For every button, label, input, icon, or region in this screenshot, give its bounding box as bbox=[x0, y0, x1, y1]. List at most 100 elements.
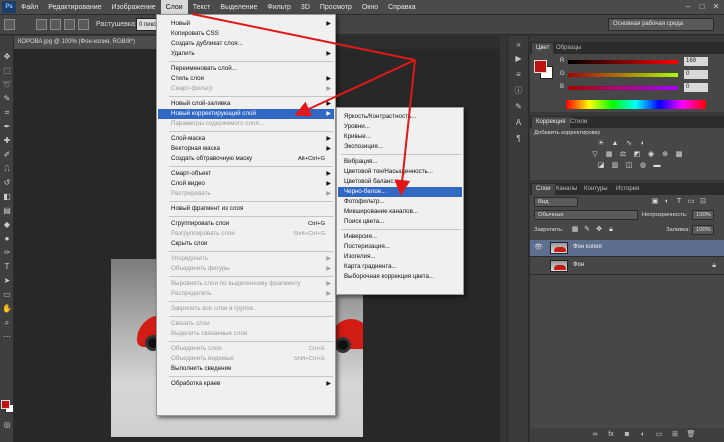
menu-window[interactable]: Окно bbox=[357, 0, 383, 15]
blend-mode-select[interactable]: Обычные bbox=[534, 210, 638, 220]
adjustment-submenu-item[interactable]: Экспозиция... bbox=[338, 142, 462, 152]
paragraph-icon[interactable]: ¶ bbox=[513, 134, 524, 144]
adjustment-submenu-item[interactable]: Вибрация... bbox=[338, 157, 462, 167]
layers-menu-item[interactable]: Разгруппировать слои Shift+Ctrl+G bbox=[158, 229, 334, 239]
lock-position-icon[interactable]: ✥ bbox=[594, 226, 604, 234]
adjustment-submenu-item[interactable]: Кривые... bbox=[338, 132, 462, 142]
tab-adjustments[interactable]: Коррекция bbox=[532, 117, 570, 128]
adjustment-submenu-item[interactable]: Карта градиента... bbox=[338, 262, 462, 272]
photo-filter-icon[interactable]: ◉ bbox=[646, 151, 656, 159]
layers-menu-item[interactable]: Новый ▶ bbox=[158, 19, 334, 29]
layers-menu-item[interactable]: Слой-маска ▶ bbox=[158, 134, 334, 144]
layer-name[interactable]: Фон копия bbox=[573, 244, 602, 250]
layers-menu-item[interactable]: Распределить ▶ bbox=[158, 289, 334, 299]
threshold-icon[interactable]: ◫ bbox=[624, 162, 634, 170]
layers-menu-item[interactable]: Выполнить сведение bbox=[158, 364, 334, 374]
lock-transparent-icon[interactable]: ▦ bbox=[570, 226, 580, 234]
workspace-select[interactable]: Основная рабочая среда bbox=[608, 18, 714, 31]
layers-menu-item[interactable]: Растрировать ▶ bbox=[158, 189, 334, 199]
adjustment-submenu-item[interactable]: Фотофильтр... bbox=[338, 197, 462, 207]
eraser-tool-icon[interactable]: ◧ bbox=[2, 192, 12, 202]
color-lookup-icon[interactable]: ▩ bbox=[674, 151, 684, 159]
new-layer-icon[interactable]: ⊞ bbox=[670, 430, 680, 440]
visibility-toggle-empty[interactable] bbox=[534, 261, 543, 270]
filter-type-icon[interactable]: T bbox=[674, 198, 684, 206]
layers-menu-item[interactable]: Скрыть слои bbox=[158, 239, 334, 249]
exposure-icon[interactable]: ◐ bbox=[638, 140, 648, 148]
adjustment-submenu-item[interactable]: Черно-белое... bbox=[338, 187, 462, 197]
path-select-tool-icon[interactable]: ➤ bbox=[2, 276, 12, 286]
tab-channels[interactable]: Каналы bbox=[552, 184, 581, 195]
r-slider[interactable] bbox=[568, 60, 678, 64]
menu-image[interactable]: Изображение bbox=[107, 0, 161, 15]
invert-icon[interactable]: ◪ bbox=[596, 162, 606, 170]
layers-menu-item[interactable]: Объединить фигуры ▶ bbox=[158, 264, 334, 274]
eyedropper-tool-icon[interactable]: ✒ bbox=[2, 122, 12, 132]
b-value[interactable]: 0 bbox=[684, 83, 708, 92]
filter-adjust-icon[interactable]: ◐ bbox=[662, 198, 672, 206]
layers-menu-item[interactable]: Копировать CSS bbox=[158, 29, 334, 39]
r-value[interactable]: 169 bbox=[684, 57, 708, 66]
layers-menu-item[interactable]: Выделить связанные слои bbox=[158, 329, 334, 339]
layers-menu-item[interactable]: Параметры содержимого слоя... bbox=[158, 119, 334, 129]
history-brush-tool-icon[interactable]: ↺ bbox=[2, 178, 12, 188]
layers-menu-item[interactable]: Новый фрагмент из слоя bbox=[158, 204, 334, 214]
quick-select-tool-icon[interactable]: ✎ bbox=[2, 94, 12, 104]
layers-menu-item[interactable]: Сгруппировать слои Ctrl+G bbox=[158, 219, 334, 229]
crop-tool-icon[interactable]: ⌗ bbox=[2, 108, 12, 118]
subtract-selection-icon[interactable] bbox=[64, 19, 75, 30]
adjustment-submenu-item[interactable]: Яркость/Контрастность... bbox=[338, 112, 462, 122]
marquee-tool-icon[interactable]: ⬚ bbox=[2, 66, 12, 76]
pen-tool-icon[interactable]: ✑ bbox=[2, 248, 12, 258]
character-icon[interactable]: A bbox=[513, 118, 524, 128]
brightness-icon[interactable]: ☀ bbox=[596, 140, 606, 148]
layers-menu-item[interactable]: Слой видео ▶ bbox=[158, 179, 334, 189]
layers-menu-item[interactable]: Объединить слои Ctrl+E bbox=[158, 344, 334, 354]
fill-input[interactable]: 100% bbox=[692, 225, 714, 235]
play-icon[interactable]: ▶ bbox=[513, 54, 524, 64]
adjustment-submenu-item[interactable]: Микширование каналов... bbox=[338, 207, 462, 217]
brush-panel-icon[interactable]: ✎ bbox=[513, 102, 524, 112]
add-mask-icon[interactable]: ◙ bbox=[622, 430, 632, 440]
menu-filter[interactable]: Фильтр bbox=[262, 0, 296, 15]
zoom-tool-icon[interactable]: ⌕ bbox=[2, 318, 12, 328]
lasso-tool-icon[interactable]: ➰ bbox=[2, 80, 12, 90]
posterize-icon[interactable]: ▥ bbox=[610, 162, 620, 170]
tab-styles[interactable]: Стили bbox=[566, 117, 591, 128]
dodge-tool-icon[interactable]: ● bbox=[2, 234, 12, 244]
collapse-icon[interactable]: » bbox=[513, 40, 524, 50]
lock-image-icon[interactable]: ✎ bbox=[582, 226, 592, 234]
layers-menu-item[interactable]: Удалить ▶ bbox=[158, 49, 334, 59]
layers-menu-item[interactable]: Создать дубликат слоя... bbox=[158, 39, 334, 49]
type-tool-icon[interactable]: T bbox=[2, 262, 12, 272]
adjustment-submenu-item[interactable]: Инверсия... bbox=[338, 232, 462, 242]
layers-menu-item[interactable]: Переименовать слой... bbox=[158, 64, 334, 74]
layer-filter-select[interactable]: Вид bbox=[534, 197, 578, 207]
channel-mixer-icon[interactable]: ⊕ bbox=[660, 151, 670, 159]
more-tools-icon[interactable]: ⋯ bbox=[2, 332, 12, 342]
lock-all-icon[interactable]: 🔒︎ bbox=[606, 226, 616, 234]
lasso-preset-icon[interactable] bbox=[4, 19, 15, 30]
stamp-tool-icon[interactable]: ⎍ bbox=[2, 164, 12, 174]
menu-edit[interactable]: Редактирование bbox=[43, 0, 106, 15]
menu-help[interactable]: Справка bbox=[383, 0, 420, 15]
tab-paths[interactable]: Контуры bbox=[580, 184, 612, 195]
layers-menu-item[interactable]: Создать обтравочную маску Alt+Ctrl+G bbox=[158, 154, 334, 164]
adjustment-submenu-item[interactable]: Постеризация... bbox=[338, 242, 462, 252]
new-selection-icon[interactable] bbox=[36, 19, 47, 30]
visibility-eye-icon[interactable]: 👁︎ bbox=[534, 243, 543, 252]
menu-select[interactable]: Выделение bbox=[215, 0, 262, 15]
layers-menu-item[interactable]: Объединить видимые Shift+Ctrl+E bbox=[158, 354, 334, 364]
move-tool-icon[interactable]: ✥ bbox=[2, 52, 12, 62]
layers-menu-item[interactable]: Связать слои bbox=[158, 319, 334, 329]
adjustment-layer-icon[interactable]: ◐ bbox=[638, 430, 648, 440]
color-spectrum[interactable] bbox=[566, 100, 706, 109]
layers-menu-item[interactable]: Смарт-фильтр ▶ bbox=[158, 84, 334, 94]
blur-tool-icon[interactable]: ◆ bbox=[2, 220, 12, 230]
tab-history[interactable]: История bbox=[612, 184, 643, 195]
minimize-icon[interactable]: – bbox=[683, 2, 693, 12]
tab-swatches[interactable]: Образцы bbox=[552, 43, 585, 54]
intersect-selection-icon[interactable] bbox=[78, 19, 89, 30]
levels-icon[interactable]: ▲ bbox=[610, 140, 620, 148]
layers-menu-item[interactable]: Новый корректирующий слой ▶ bbox=[158, 109, 334, 119]
